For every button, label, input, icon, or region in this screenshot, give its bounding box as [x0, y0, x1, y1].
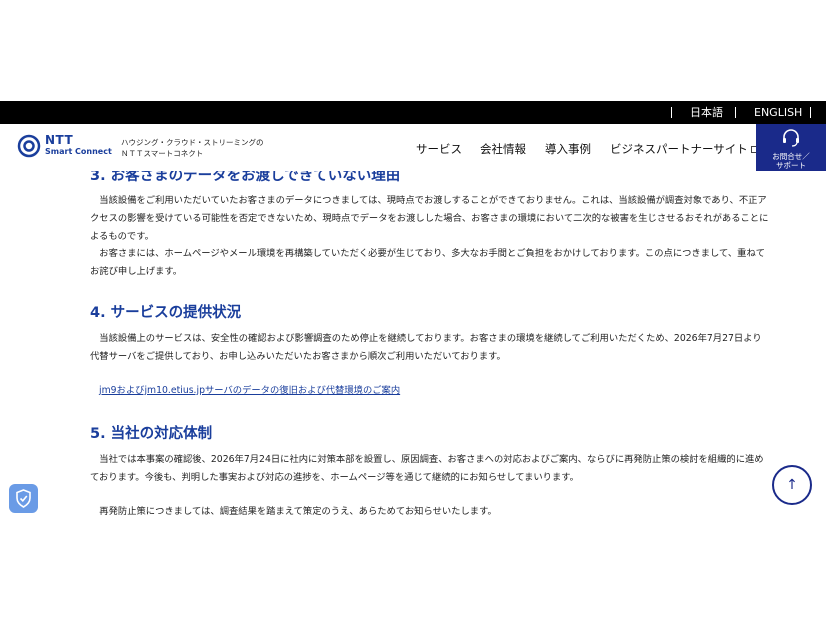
tagline-line-2: ＮＴＴスマートコネクト — [121, 149, 204, 158]
tagline-line-1: ハウジング・クラウド・ストリーミングの — [121, 138, 264, 147]
lang-japanese-link[interactable]: 日本語 — [690, 106, 723, 119]
logo-ntt-text: NTT — [45, 133, 74, 147]
section-5-paragraph-1: 当社では本事案の確認後、2026年7月24日に社内に対策本部を設置し、原因調査、… — [90, 454, 764, 483]
section-5-paragraph-2: 再発防止策につきましては、調査結果を踏まえて策定のうえ、あらためてお知らせいたし… — [90, 506, 497, 517]
language-separator — [810, 107, 811, 118]
tagline: ハウジング・クラウド・ストリーミングの ＮＴＴスマートコネクト — [121, 137, 264, 159]
headset-icon — [783, 129, 799, 147]
nav-company-info[interactable]: 会社情報 — [480, 141, 526, 157]
nav-services[interactable]: サービス — [416, 141, 462, 157]
language-separator — [671, 107, 672, 118]
section-4-title: 4. サービスの提供状況 — [90, 305, 242, 321]
site-logo[interactable]: NTT Smart Connect — [17, 133, 112, 161]
language-separator — [735, 107, 736, 118]
site-header: NTT Smart Connect ハウジング・クラウド・ストリーミングの ＮＴ… — [0, 124, 826, 171]
section-5-title: 5. 当社の対応体制 — [90, 426, 213, 442]
shield-check-icon — [16, 489, 31, 508]
arrow-up-icon: ↑ — [786, 477, 798, 493]
contact-support-button[interactable]: お問合せ／ サポート — [756, 124, 826, 171]
data-recovery-link[interactable]: jm9およびjm10.etius.jpサーバのデータの復旧および代替環境のご案内 — [99, 384, 400, 398]
logo-smart-connect-text: Smart Connect — [45, 147, 112, 156]
nav-business-partner-site[interactable]: ビジネスパートナーサイト — [610, 141, 758, 157]
nav-case-studies[interactable]: 導入事例 — [545, 141, 591, 157]
page-viewport: 3. お客さまのデータをお渡しできていない理由 当該設備をご利用いただいていたお… — [0, 101, 826, 519]
section-3-paragraph-1: 当該設備をご利用いただいていたお客さまのデータにつきましては、現時点でお渡しする… — [90, 195, 769, 242]
language-bar: 日本語 ENGLISH — [0, 101, 826, 124]
contact-label-line-2: サポート — [776, 161, 806, 170]
ntt-logo-icon — [17, 134, 41, 158]
privacy-shield-button[interactable] — [9, 484, 38, 513]
lang-english-link[interactable]: ENGLISH — [754, 106, 802, 119]
section-3-paragraph-2: お客さまには、ホームページやメール環境を再構築していただく必要が生じており、多大… — [90, 248, 766, 277]
nav-business-partner-label: ビジネスパートナーサイト — [610, 142, 748, 156]
contact-label-line-1: お問合せ／ — [772, 152, 810, 161]
section-4-paragraph-1: 当該設備上のサービスは、安全性の確認および影響調査のため停止を継続しております。… — [90, 333, 762, 362]
back-to-top-button[interactable]: ↑ — [772, 465, 812, 505]
